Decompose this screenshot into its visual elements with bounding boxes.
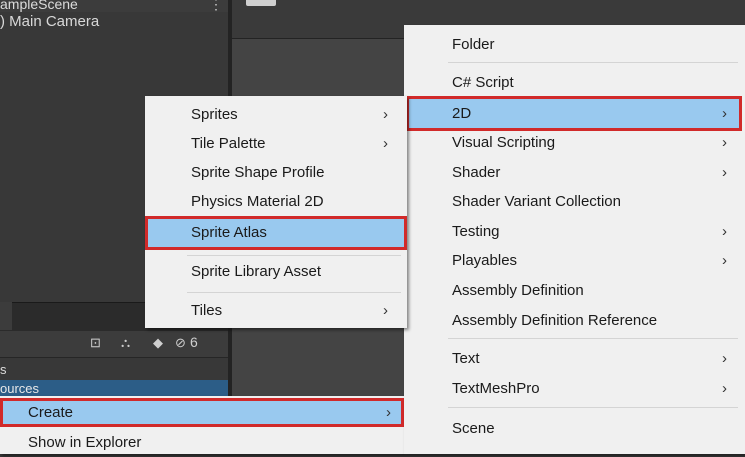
menu-item-label: Shader: [452, 164, 501, 181]
menu-item-label: TextMeshPro: [452, 380, 540, 397]
submenu-arrow-icon: ›: [722, 164, 727, 181]
menu-item-assembly-definition[interactable]: Assembly Definition: [404, 276, 745, 305]
menu-item-shader-variant-collection[interactable]: Shader Variant Collection: [404, 187, 745, 216]
menu-item-tile-palette[interactable]: Tile Palette ›: [145, 129, 407, 158]
submenu-arrow-icon: ›: [722, 105, 727, 122]
2d-submenu: Sprites › Tile Palette › Sprite Shape Pr…: [145, 96, 407, 328]
menu-item-sprite-shape-profile[interactable]: Sprite Shape Profile: [145, 158, 407, 187]
menu-item-folder[interactable]: Folder: [404, 30, 745, 59]
hierarchy-item-main-camera[interactable]: ) Main Camera: [0, 13, 99, 30]
menu-item-sprite-library-asset[interactable]: Sprite Library Asset: [145, 257, 407, 286]
menu-item-textmeshpro[interactable]: TextMeshPro ›: [404, 374, 745, 403]
submenu-arrow-icon: ›: [722, 350, 727, 367]
menu-item-2d[interactable]: 2D ›: [406, 96, 742, 131]
scene-title[interactable]: ampleScene: [0, 0, 78, 12]
menu-item-label: Show in Explorer: [28, 434, 142, 451]
menu-item-label: Shader Variant Collection: [452, 193, 621, 210]
menu-item-label: Visual Scripting: [452, 134, 556, 151]
menu-item-label: 2D: [452, 105, 472, 122]
menu-item-label: Text: [452, 350, 480, 367]
menu-separator: [448, 338, 738, 339]
menu-item-label: Tile Palette: [191, 135, 266, 152]
submenu-arrow-icon: ›: [722, 252, 727, 269]
menu-item-label: Sprite Shape Profile: [191, 164, 325, 181]
menu-item-label: Physics Material 2D: [191, 193, 324, 210]
submenu-arrow-icon: ›: [383, 135, 388, 152]
menu-item-label: Assembly Definition Reference: [452, 312, 658, 329]
menu-item-label: Folder: [452, 36, 495, 53]
menu-item-label: Sprite Library Asset: [191, 263, 322, 280]
menu-item-show-in-explorer[interactable]: Show in Explorer: [0, 428, 404, 457]
menu-item-label: Assembly Definition: [452, 282, 584, 299]
submenu-arrow-icon: ›: [722, 134, 727, 151]
menu-item-create[interactable]: Create ›: [0, 398, 404, 427]
menu-item-label: Create: [28, 404, 74, 421]
menu-item-text[interactable]: Text ›: [404, 344, 745, 373]
menu-item-physics-material-2d[interactable]: Physics Material 2D: [145, 187, 407, 216]
menu-item-scene[interactable]: Scene: [404, 414, 745, 443]
menu-separator: [187, 255, 401, 256]
menu-separator: [448, 62, 738, 63]
menu-item-sprite-atlas[interactable]: Sprite Atlas: [145, 216, 407, 250]
hidden-packages-count: 6: [190, 334, 198, 350]
menu-item-assembly-definition-reference[interactable]: Assembly Definition Reference: [404, 306, 745, 335]
submenu-arrow-icon: ›: [386, 404, 391, 421]
filter-by-type-icon[interactable]: ⛬: [121, 335, 130, 351]
menu-item-visual-scripting[interactable]: Visual Scripting ›: [404, 128, 745, 157]
menu-item-label: Sprite Atlas: [191, 224, 267, 241]
menu-item-label: Playables: [452, 252, 518, 269]
submenu-arrow-icon: ›: [383, 106, 388, 123]
create-asset-icon[interactable]: ⊡: [90, 335, 101, 351]
menu-separator: [448, 407, 738, 408]
submenu-arrow-icon: ›: [383, 302, 388, 319]
menu-item-csharp-script[interactable]: C# Script: [404, 68, 745, 97]
submenu-arrow-icon: ›: [722, 380, 727, 397]
submenu-arrow-icon: ›: [722, 223, 727, 240]
menu-item-label: Scene: [452, 420, 495, 437]
filter-by-label-icon[interactable]: ◆: [153, 335, 163, 351]
hidden-packages-icon[interactable]: ⊘: [175, 335, 186, 351]
tree-item-resources-label: ources: [0, 381, 40, 396]
menu-item-testing[interactable]: Testing ›: [404, 217, 745, 246]
create-submenu: Folder C# Script 2D › Visual Scripting ›…: [404, 25, 745, 454]
tree-item-assets[interactable]: s: [0, 362, 7, 377]
menu-item-label: Sprites: [191, 106, 238, 123]
menu-item-tiles[interactable]: Tiles ›: [145, 296, 407, 325]
toolbar-button[interactable]: [246, 0, 276, 6]
menu-item-label: C# Script: [452, 74, 514, 91]
menu-item-sprites[interactable]: Sprites ›: [145, 100, 407, 129]
menu-item-playables[interactable]: Playables ›: [404, 246, 745, 275]
menu-item-label: Testing: [452, 223, 500, 240]
menu-item-label: Tiles: [191, 302, 223, 319]
menu-separator: [187, 292, 401, 293]
menu-item-shader[interactable]: Shader ›: [404, 158, 745, 187]
project-tab[interactable]: [0, 302, 12, 330]
context-menu: Create › Show in Explorer: [0, 396, 404, 454]
